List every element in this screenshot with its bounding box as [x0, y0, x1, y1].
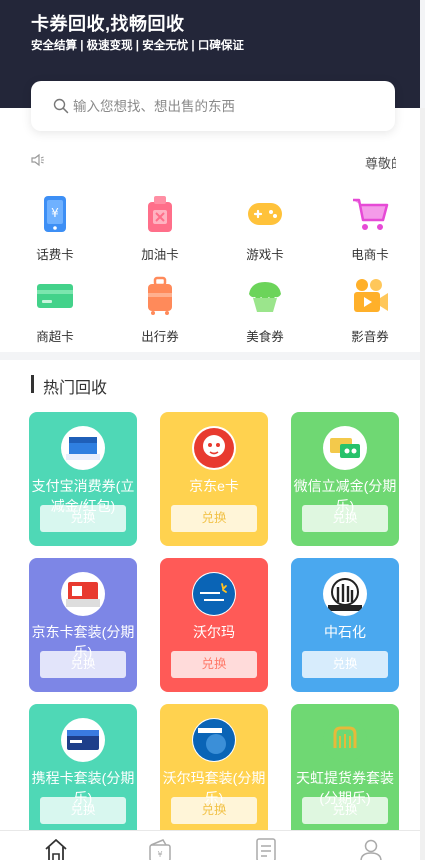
- speaker-icon: [31, 153, 44, 167]
- exchange-button[interactable]: 兑换: [40, 797, 126, 824]
- section-divider: [0, 352, 420, 360]
- category-label: 话费卡: [36, 248, 74, 262]
- card-jd-card-set[interactable]: 京东卡套装(分期乐) 兑换: [29, 558, 137, 692]
- exchange-button[interactable]: 兑换: [40, 651, 126, 678]
- luggage-icon: [148, 276, 172, 315]
- phone-card-icon: ¥: [44, 196, 66, 232]
- category-travel-voucher[interactable]: 出行券: [130, 276, 190, 345]
- card-alipay-voucher[interactable]: 支付宝消费券(立减金/红包) 兑换: [29, 412, 137, 546]
- app-screen: 卡券回收,找畅回收 安全结算 | 极速变现 | 安全无忧 | 口碑保证 尊敬的: [0, 0, 425, 860]
- notice-text: 尊敬的: [365, 156, 396, 171]
- search-box[interactable]: [31, 81, 395, 131]
- ctrip-card-icon: [61, 718, 105, 762]
- category-media-voucher[interactable]: 影音券: [340, 276, 400, 345]
- category-food-voucher[interactable]: 美食券: [235, 276, 295, 345]
- tianhong-icon: [323, 718, 367, 762]
- page-subtitle: 安全结算 | 极速变现 | 安全无忧 | 口碑保证: [31, 40, 244, 52]
- wallet-icon[interactable]: ¥: [147, 837, 173, 860]
- exchange-button[interactable]: 兑换: [171, 651, 257, 678]
- category-label: 加油卡: [141, 248, 179, 262]
- exchange-button[interactable]: 兑换: [171, 505, 257, 532]
- orders-icon[interactable]: [253, 837, 279, 860]
- svg-text:¥: ¥: [157, 850, 162, 859]
- exchange-button[interactable]: 兑换: [40, 505, 126, 532]
- food-icon: [249, 282, 281, 312]
- card-jd-ecard[interactable]: 京东e卡 兑换: [160, 412, 268, 546]
- svg-text:¥: ¥: [51, 206, 59, 220]
- walmart-set-icon: [192, 718, 236, 762]
- supermarket-card-icon: [37, 284, 73, 308]
- jd-card-set-icon: [61, 572, 105, 616]
- category-fuel-card[interactable]: 加油卡: [130, 194, 190, 263]
- card-walmart[interactable]: 沃尔玛 兑换: [160, 558, 268, 692]
- main-content: 尊敬的 ¥ 话费卡 加油卡: [0, 81, 420, 838]
- jd-dog-icon: [192, 426, 236, 470]
- category-ecommerce-card[interactable]: 电商卡: [340, 194, 400, 263]
- search-input[interactable]: [73, 94, 373, 118]
- category-label: 美食券: [246, 330, 284, 344]
- title-accent-bar: [31, 375, 34, 393]
- category-game-card[interactable]: 游戏卡: [235, 194, 295, 263]
- exchange-button[interactable]: 兑换: [171, 797, 257, 824]
- home-icon[interactable]: [43, 837, 69, 860]
- card-walmart-set[interactable]: 沃尔玛套装(分期乐) 兑换: [160, 704, 268, 838]
- card-wechat-voucher[interactable]: 微信立减金(分期乐) 兑换: [291, 412, 399, 546]
- profile-icon[interactable]: [358, 837, 384, 860]
- sinopec-icon: [323, 572, 367, 616]
- gamepad-icon: [248, 203, 282, 225]
- category-label: 出行券: [141, 330, 179, 344]
- shopping-cart-icon: [353, 198, 389, 230]
- category-label: 影音券: [351, 330, 389, 344]
- exchange-button[interactable]: 兑换: [302, 797, 388, 824]
- category-label: 游戏卡: [246, 248, 284, 262]
- card-sinopec[interactable]: 中石化 兑换: [291, 558, 399, 692]
- walmart-icon: [192, 572, 236, 616]
- fuel-can-icon: [148, 196, 172, 232]
- card-tianhong-set[interactable]: 天虹提货券套装(分期乐) 兑换: [291, 704, 399, 838]
- video-camera-icon: [354, 279, 388, 312]
- exchange-button[interactable]: 兑换: [302, 651, 388, 678]
- category-phone-card[interactable]: ¥ 话费卡: [25, 194, 85, 263]
- exchange-button[interactable]: 兑换: [302, 505, 388, 532]
- bottom-tab-bar: ¥: [0, 830, 420, 860]
- category-label: 商超卡: [36, 330, 74, 344]
- card-ctrip-set[interactable]: 携程卡套装(分期乐) 兑换: [29, 704, 137, 838]
- alipay-voucher-icon: [61, 426, 105, 470]
- right-edge: [420, 108, 425, 860]
- search-icon: [53, 98, 69, 114]
- category-supermarket-card[interactable]: 商超卡: [25, 276, 85, 345]
- notice-bar[interactable]: 尊敬的: [0, 148, 420, 176]
- page-title: 卡券回收,找畅回收: [31, 14, 185, 34]
- category-label: 电商卡: [351, 248, 389, 262]
- hot-title-text: 热门回收: [43, 380, 108, 397]
- wechat-voucher-icon: [323, 426, 367, 470]
